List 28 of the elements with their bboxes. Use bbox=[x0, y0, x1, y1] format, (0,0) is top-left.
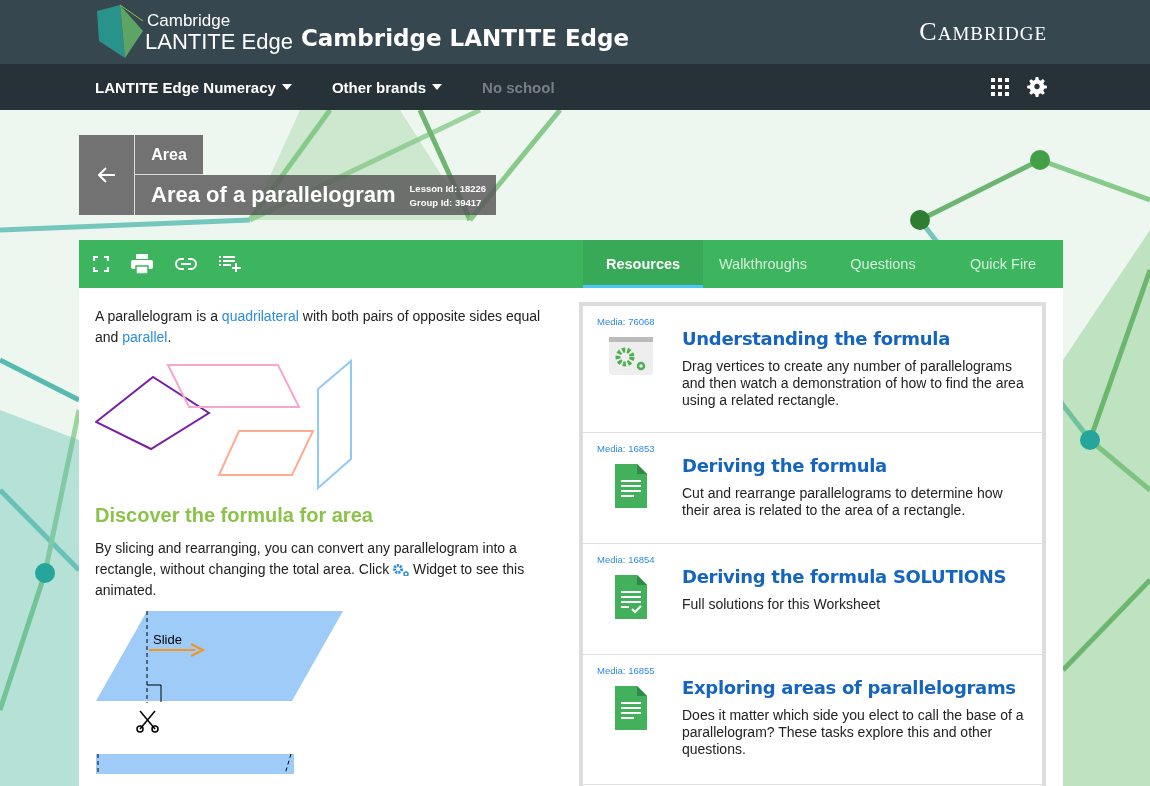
media-id: Media: 16854 bbox=[597, 554, 656, 565]
intro-paragraph: A parallelogram is a quadrilateral with both pairs of opposite sides equal and parallel. bbox=[95, 307, 542, 347]
resource-description: Full solutions for this Worksheet bbox=[682, 596, 882, 613]
logo-text: Cambridge bbox=[147, 11, 232, 29]
lesson-id: Lesson Id: 18226 bbox=[409, 182, 487, 194]
resource-link[interactable]: Deriving the formula SOLUTIONS bbox=[682, 566, 1026, 587]
media-id: Media: 76068 bbox=[597, 316, 656, 327]
media-id: Media: 16855 bbox=[597, 665, 656, 676]
section-heading: Discover the formula for area bbox=[95, 505, 374, 526]
nav-menu[interactable]: LANTITE Edge Numeracy bbox=[95, 78, 292, 96]
resource-link[interactable]: Deriving the formula bbox=[682, 455, 1026, 476]
logo-text: LANTITE Edge bbox=[145, 30, 293, 53]
brand-logo-text: CAMBRIDGE bbox=[919, 17, 1047, 47]
tab[interactable]: Resources bbox=[583, 240, 703, 288]
resource-link[interactable]: Understanding the formula bbox=[682, 328, 1026, 349]
site-title: Cambridge LANTITE Edge bbox=[300, 25, 630, 51]
media-id: Media: 16853 bbox=[597, 443, 656, 454]
lesson-title: Area of a parallelogram bbox=[151, 182, 396, 208]
resource-link[interactable]: Exploring areas of parallelograms bbox=[682, 677, 1026, 698]
nav-menu[interactable]: Other brands bbox=[331, 78, 443, 96]
resource-description: Drag vertices to create any number of parallelograms and then watch a demonstration of how to find the area using a related rectangle. bbox=[682, 358, 1025, 409]
group-id: Group Id: 39417 bbox=[409, 196, 483, 208]
glossary-link[interactable]: quadrilateral bbox=[221, 308, 299, 324]
breadcrumb-link[interactable]: Area bbox=[135, 135, 203, 175]
slide-label: Slide bbox=[153, 632, 182, 647]
resource-description: Does it matter which side you elect to call the base of a parallelogram? These tasks explore this and other questions. bbox=[682, 707, 1025, 758]
resource-description: Cut and rearrange parallelograms to determine how their area is related to the area of a rectangle. bbox=[682, 485, 1004, 519]
body-paragraph: By slicing and rearranging, you can convert any parallelogram into a rectangle, without changing the total area. Click Widget to see this animated. bbox=[95, 539, 526, 600]
